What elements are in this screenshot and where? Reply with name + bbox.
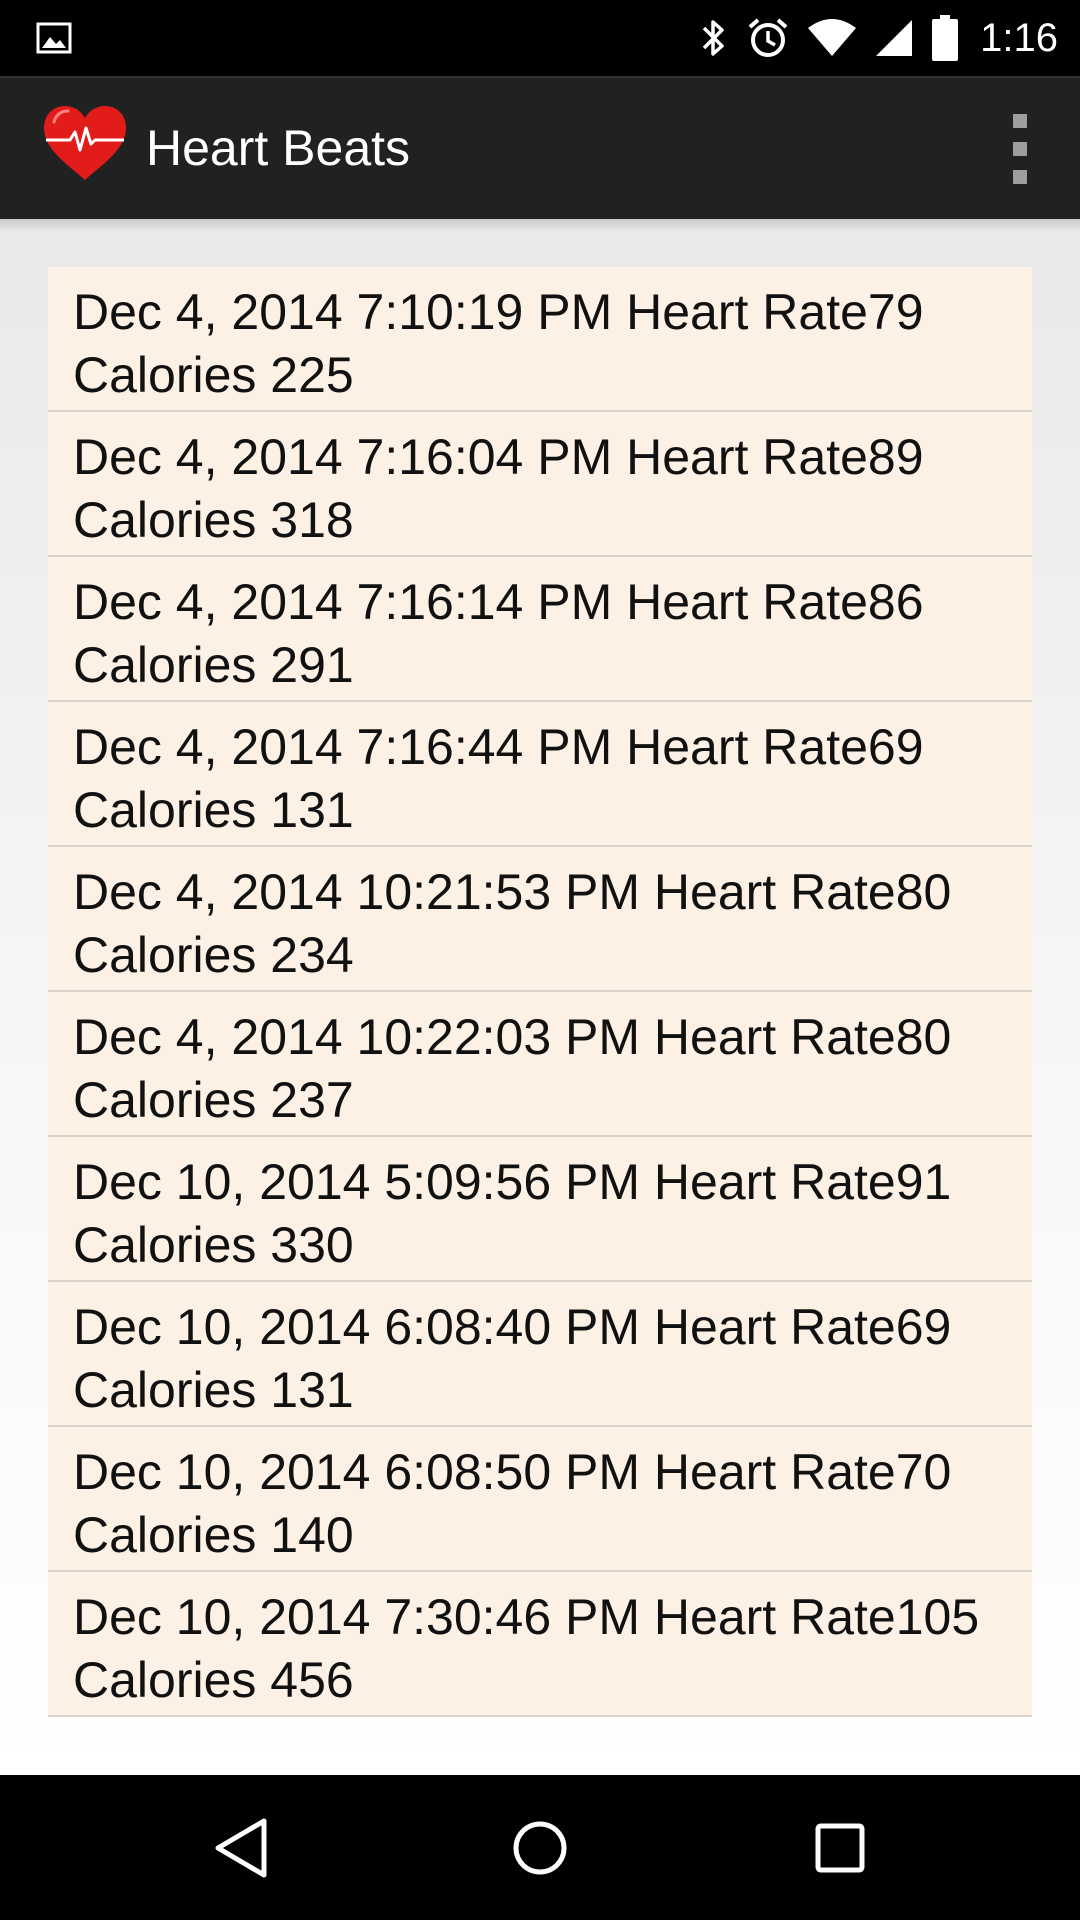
alarm-icon bbox=[748, 18, 788, 57]
status-bar: 1:16 bbox=[0, 0, 1080, 76]
list-item[interactable]: Dec 4, 2014 10:21:53 PM Heart Rate80 Cal… bbox=[48, 847, 1032, 992]
menu-dot bbox=[1013, 142, 1027, 156]
app-title: Heart Beats bbox=[146, 120, 411, 176]
heart-rate-list[interactable]: Dec 4, 2014 7:10:19 PM Heart Rate79 Calo… bbox=[48, 267, 1032, 1717]
heart-pulse-icon[interactable] bbox=[40, 104, 130, 184]
list-item[interactable]: Dec 4, 2014 10:22:03 PM Heart Rate80 Cal… bbox=[48, 992, 1032, 1137]
menu-dot bbox=[1013, 170, 1027, 184]
list-item[interactable]: Dec 4, 2014 7:16:04 PM Heart Rate89 Calo… bbox=[48, 412, 1032, 557]
back-icon[interactable] bbox=[206, 1813, 276, 1883]
cell-signal-icon bbox=[876, 20, 913, 56]
overflow-menu-icon[interactable] bbox=[1000, 114, 1040, 184]
list-item[interactable]: Dec 10, 2014 6:08:40 PM Heart Rate69 Cal… bbox=[48, 1282, 1032, 1427]
list-item[interactable]: Dec 4, 2014 7:10:19 PM Heart Rate79 Calo… bbox=[48, 267, 1032, 412]
content-area: Dec 4, 2014 7:10:19 PM Heart Rate79 Calo… bbox=[0, 219, 1080, 1775]
action-bar: Heart Beats bbox=[0, 76, 1080, 219]
list-item[interactable]: Dec 10, 2014 7:30:46 PM Heart Rate105 Ca… bbox=[48, 1572, 1032, 1717]
wifi-icon bbox=[808, 19, 857, 56]
recents-icon[interactable] bbox=[805, 1813, 875, 1883]
list-item[interactable]: Dec 10, 2014 6:08:50 PM Heart Rate70 Cal… bbox=[48, 1427, 1032, 1572]
list-item[interactable]: Dec 4, 2014 7:16:44 PM Heart Rate69 Calo… bbox=[48, 702, 1032, 847]
action-bar-shadow bbox=[0, 219, 1080, 231]
list-item[interactable]: Dec 10, 2014 5:09:56 PM Heart Rate91 Cal… bbox=[48, 1137, 1032, 1282]
home-icon[interactable] bbox=[505, 1813, 575, 1883]
gallery-icon bbox=[36, 22, 72, 54]
navigation-bar bbox=[0, 1775, 1080, 1920]
list-item[interactable]: Dec 4, 2014 7:16:14 PM Heart Rate86 Calo… bbox=[48, 557, 1032, 702]
status-time: 1:16 bbox=[980, 15, 1058, 60]
battery-icon bbox=[932, 15, 959, 61]
menu-dot bbox=[1013, 114, 1027, 128]
status-icons: 1:16 bbox=[698, 0, 1058, 76]
bluetooth-icon bbox=[702, 20, 724, 56]
